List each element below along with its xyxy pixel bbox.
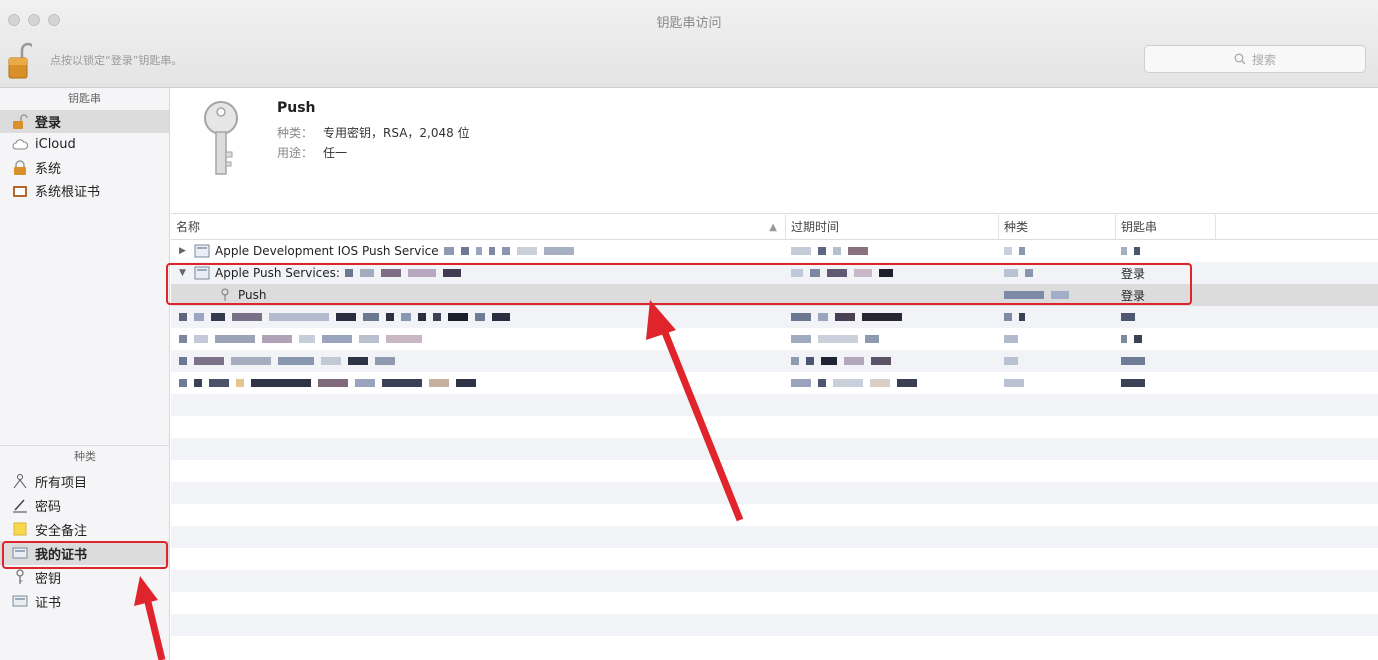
table-row[interactable] (171, 306, 1378, 328)
redacted-text (179, 335, 422, 343)
disclosure-right-icon[interactable]: ▶ (179, 246, 189, 256)
unlocked-lock-icon[interactable] (8, 40, 32, 80)
redacted-text (791, 379, 999, 387)
redacted-text (179, 379, 476, 387)
category-section: 种类 所有项目 密码 安全备注 我的证书 密钥 证书 (0, 445, 170, 613)
pen-icon (13, 499, 27, 513)
category-secure-notes[interactable]: 安全备注 (0, 517, 170, 541)
redacted-text (1004, 247, 1116, 255)
redacted-text (1004, 313, 1116, 321)
empty-row (171, 438, 1378, 460)
redacted-text (1121, 357, 1378, 365)
column-label: 名称 (176, 220, 201, 234)
item-detail-panel: Push 种类： 专用密钥，RSA，2,048 位 用途： 任一 (171, 88, 1378, 214)
highlight-box-my-certificates (2, 541, 168, 569)
category-label: 安全备注 (35, 523, 88, 539)
column-label: 过期时间 (791, 220, 840, 234)
category-label: 密码 (35, 499, 62, 515)
redacted-text (179, 357, 395, 365)
column-header-expires[interactable]: 过期时间 (786, 215, 999, 239)
redacted-text (1004, 357, 1116, 365)
empty-row (171, 548, 1378, 570)
column-label: 钥匙串 (1121, 220, 1158, 234)
category-all-items[interactable]: 所有项目 (0, 469, 170, 493)
category-label: 证书 (35, 595, 62, 611)
detail-kind-row: 种类： 专用密钥，RSA，2,048 位 (277, 124, 470, 141)
empty-row (171, 526, 1378, 548)
note-icon (13, 522, 27, 536)
empty-row (171, 570, 1378, 592)
category-label: 密钥 (35, 571, 62, 587)
empty-row (171, 592, 1378, 614)
column-header-kind[interactable]: 种类 (999, 215, 1116, 239)
lock-hint-text: 点按以锁定“登录”钥匙串。 (50, 54, 183, 67)
sidebar-item-label: 系统根证书 (35, 185, 101, 200)
category-certificates[interactable]: 证书 (0, 589, 170, 613)
table-row[interactable]: ▶ Apple Development IOS Push Service (171, 240, 1378, 262)
detail-usage-value: 任一 (323, 146, 348, 160)
sidebar-item-icloud[interactable]: iCloud (0, 133, 169, 156)
redacted-text (179, 313, 510, 321)
table-row[interactable] (171, 328, 1378, 350)
redacted-text (1004, 335, 1116, 343)
search-input[interactable]: 搜索 (1144, 45, 1366, 73)
certificate-icon (12, 595, 28, 607)
redacted-text (1004, 379, 1116, 387)
redacted-text (791, 357, 999, 365)
empty-row (171, 482, 1378, 504)
search-icon (1234, 53, 1246, 65)
unlocked-lock-icon (13, 113, 28, 129)
detail-kind-value: 专用密钥，RSA，2,048 位 (323, 126, 470, 140)
sidebar-item-label: 系统 (35, 162, 62, 177)
empty-row (171, 416, 1378, 438)
empty-row (171, 504, 1378, 526)
column-header-name[interactable]: 名称 ▲ (171, 215, 786, 239)
detail-usage-label: 用途： (277, 146, 314, 160)
table-header: 名称 ▲ 过期时间 种类 钥匙串 (171, 215, 1378, 240)
table-row[interactable] (171, 350, 1378, 372)
sidebar-item-label: iCloud (35, 137, 76, 152)
category-label: 所有项目 (35, 475, 88, 491)
people-icon (13, 474, 27, 489)
sidebar-item-system-roots[interactable]: 系统根证书 (0, 179, 169, 202)
detail-item-name: Push (277, 100, 316, 116)
column-header-keychain[interactable]: 钥匙串 (1116, 215, 1216, 239)
category-passwords[interactable]: 密码 (0, 493, 170, 517)
row-name: Apple Development IOS Push Service (215, 244, 439, 258)
certificate-icon (194, 244, 210, 258)
key-icon (16, 569, 24, 584)
detail-usage-row: 用途： 任一 (277, 144, 347, 161)
redacted-text (1121, 379, 1378, 387)
window-title: 钥匙串访问 (656, 16, 722, 31)
cabinet-icon (13, 185, 27, 197)
table-row[interactable] (171, 372, 1378, 394)
detail-kind-label: 种类： (277, 126, 314, 140)
redacted-text (1121, 313, 1378, 321)
cloud-icon (12, 138, 28, 149)
empty-row (171, 460, 1378, 482)
key-icon (204, 101, 238, 175)
redacted-text (1121, 247, 1378, 255)
redacted-text (791, 247, 999, 255)
redacted-text (1121, 335, 1378, 343)
empty-row (171, 394, 1378, 416)
category-header: 种类 (0, 445, 170, 467)
keychains-header: 钥匙串 (68, 92, 101, 105)
redacted-text (791, 313, 999, 321)
redacted-text (443, 247, 574, 255)
sidebar: 钥匙串 登录 iCloud 系统 系统根证书 种类 所有项目 密码 安全备注 我… (0, 88, 170, 660)
sidebar-item-label: 登录 (35, 116, 62, 131)
sidebar-item-system[interactable]: 系统 (0, 156, 169, 179)
highlight-box-push-cert (166, 263, 1192, 305)
empty-row (171, 614, 1378, 636)
window-titlebar: 钥匙串访问 点按以锁定“登录”钥匙串。 搜索 (0, 0, 1378, 88)
lock-icon (14, 159, 26, 175)
sort-ascending-icon: ▲ (769, 222, 777, 233)
empty-row (171, 636, 1378, 658)
column-label: 种类 (1004, 220, 1029, 234)
sidebar-item-login[interactable]: 登录 (0, 110, 169, 133)
search-placeholder: 搜索 (1251, 52, 1276, 67)
redacted-text (791, 335, 999, 343)
